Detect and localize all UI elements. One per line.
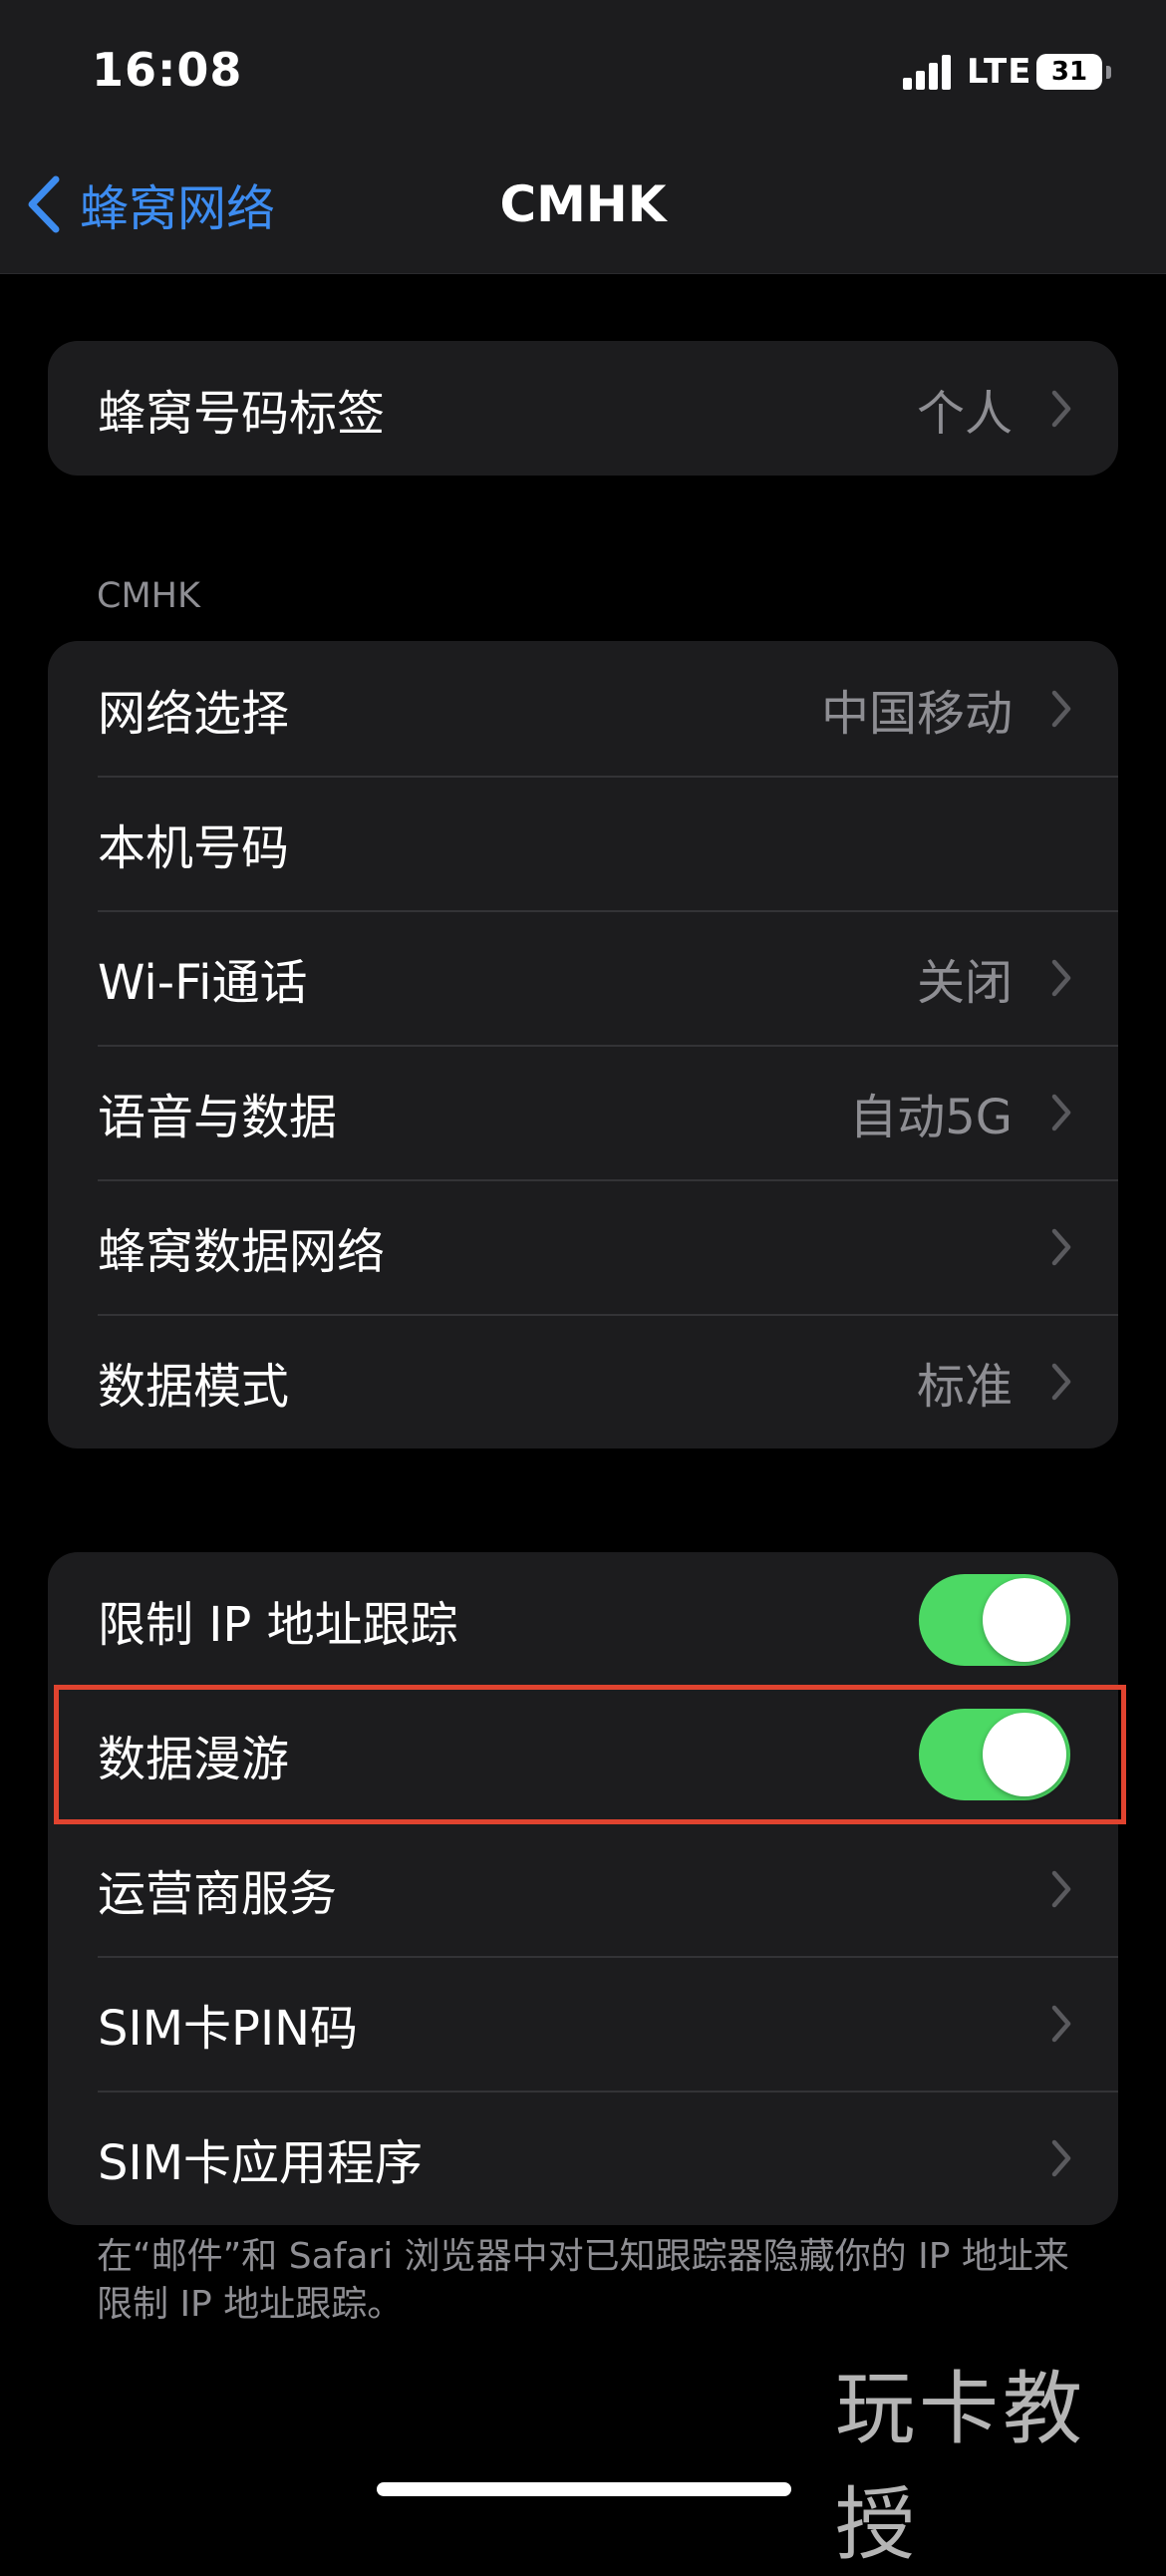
chevron-right-icon xyxy=(1051,1094,1071,1130)
row-network-selection[interactable]: 网络选择 中国移动 xyxy=(48,641,1118,776)
settings-group-carrier: 网络选择 中国移动 本机号码 Wi-Fi通话 关闭 语音与数据 自动5G 蜂窝数… xyxy=(48,641,1118,1449)
chevron-right-icon xyxy=(1051,690,1071,727)
watermark: 玩卡教授 xyxy=(835,2363,1086,2571)
row-value: 中国移动 xyxy=(820,685,1013,742)
chevron-right-icon xyxy=(1051,1363,1071,1400)
row-label: 本机号码 xyxy=(98,819,290,876)
row-voice-data[interactable]: 语音与数据 自动5G xyxy=(48,1045,1118,1179)
limit-ip-tracking-toggle[interactable] xyxy=(919,1573,1070,1666)
data-roaming-toggle[interactable] xyxy=(919,1708,1070,1800)
footer-note: 在“邮件”和 Safari 浏览器中对已知跟踪器隐藏你的 IP 地址来限制 IP… xyxy=(97,2236,1069,2325)
row-cellular-number-label[interactable]: 蜂窝号码标签 个人 xyxy=(48,341,1118,476)
row-label: 数据模式 xyxy=(98,1358,290,1415)
row-label: 语音与数据 xyxy=(98,1089,338,1145)
row-label: 蜂窝数据网络 xyxy=(98,1223,386,1280)
chevron-right-icon xyxy=(1051,390,1071,427)
settings-group-privacy: 限制 IP 地址跟踪 数据漫游 运营商服务 SIM卡PIN码 SIM卡应用程序 xyxy=(48,1552,1118,2225)
row-carrier-services[interactable]: 运营商服务 xyxy=(48,1821,1118,1956)
home-indicator[interactable] xyxy=(377,2482,791,2496)
row-value: 个人 xyxy=(916,385,1013,442)
row-label: 数据漫游 xyxy=(98,1731,290,1787)
row-limit-ip-tracking: 限制 IP 地址跟踪 xyxy=(48,1552,1118,1687)
section-header: CMHK xyxy=(97,576,200,616)
toggle-knob xyxy=(983,1712,1066,1796)
page-title: CMHK xyxy=(499,175,667,233)
row-label: 限制 IP 地址跟踪 xyxy=(98,1596,458,1653)
row-data-roaming: 数据漫游 xyxy=(48,1687,1118,1821)
chevron-right-icon xyxy=(1051,2139,1071,2176)
row-label: 蜂窝号码标签 xyxy=(98,385,386,442)
row-label: SIM卡应用程序 xyxy=(98,2134,424,2191)
row-label: SIM卡PIN码 xyxy=(98,2000,359,2057)
chevron-right-icon xyxy=(1051,2005,1071,2042)
row-data-mode[interactable]: 数据模式 标准 xyxy=(48,1314,1118,1449)
row-label: 运营商服务 xyxy=(98,1865,338,1922)
battery-nub xyxy=(1106,66,1111,79)
row-sim-applications[interactable]: SIM卡应用程序 xyxy=(48,2091,1118,2225)
chevron-right-icon xyxy=(1051,1870,1071,1907)
settings-group-label: 蜂窝号码标签 个人 xyxy=(48,341,1118,476)
row-label: Wi-Fi通话 xyxy=(98,954,308,1011)
row-my-number[interactable]: 本机号码 xyxy=(48,776,1118,910)
row-value: 关闭 xyxy=(916,954,1013,1011)
row-wifi-calling[interactable]: Wi-Fi通话 关闭 xyxy=(48,910,1118,1045)
row-cellular-data-network[interactable]: 蜂窝数据网络 xyxy=(48,1179,1118,1314)
network-type: LTE xyxy=(967,52,1032,92)
toggle-knob xyxy=(983,1577,1066,1662)
row-value: 标准 xyxy=(916,1358,1013,1415)
chevron-right-icon xyxy=(1051,959,1071,996)
cellular-signal-icon xyxy=(903,52,957,90)
row-sim-pin[interactable]: SIM卡PIN码 xyxy=(48,1956,1118,2091)
chevron-right-icon xyxy=(1051,1228,1071,1265)
status-time: 16:08 xyxy=(92,43,243,97)
row-label: 网络选择 xyxy=(98,685,290,742)
row-value: 自动5G xyxy=(849,1089,1013,1145)
battery-icon: 31 xyxy=(1036,54,1102,90)
